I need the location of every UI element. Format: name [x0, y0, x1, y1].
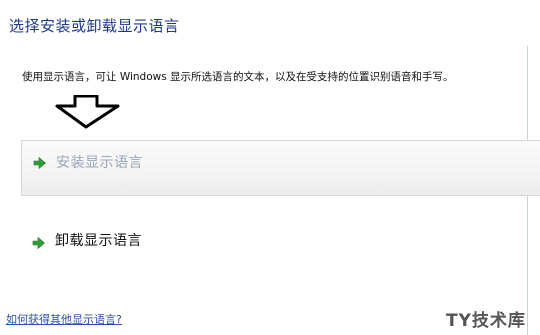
help-link-other-languages[interactable]: 如何获得其他显示语言?	[6, 311, 122, 327]
uninstall-display-language-button[interactable]: 卸载显示语言	[21, 222, 321, 258]
watermark-text: TY技术库	[446, 311, 526, 331]
install-display-language-label: 安装显示语言	[56, 155, 143, 171]
uninstall-display-language-label: 卸载显示语言	[55, 233, 142, 249]
green-arrow-icon	[33, 154, 46, 173]
green-arrow-icon	[32, 234, 45, 253]
down-arrow-icon	[55, 94, 125, 129]
page-title: 选择安装或卸载显示语言	[9, 17, 180, 35]
install-display-language-button[interactable]: 安装显示语言	[21, 140, 540, 196]
description-text: 使用显示语言，可让 Windows 显示所选语言的文本，以及在受支持的位置识别语…	[22, 71, 454, 83]
